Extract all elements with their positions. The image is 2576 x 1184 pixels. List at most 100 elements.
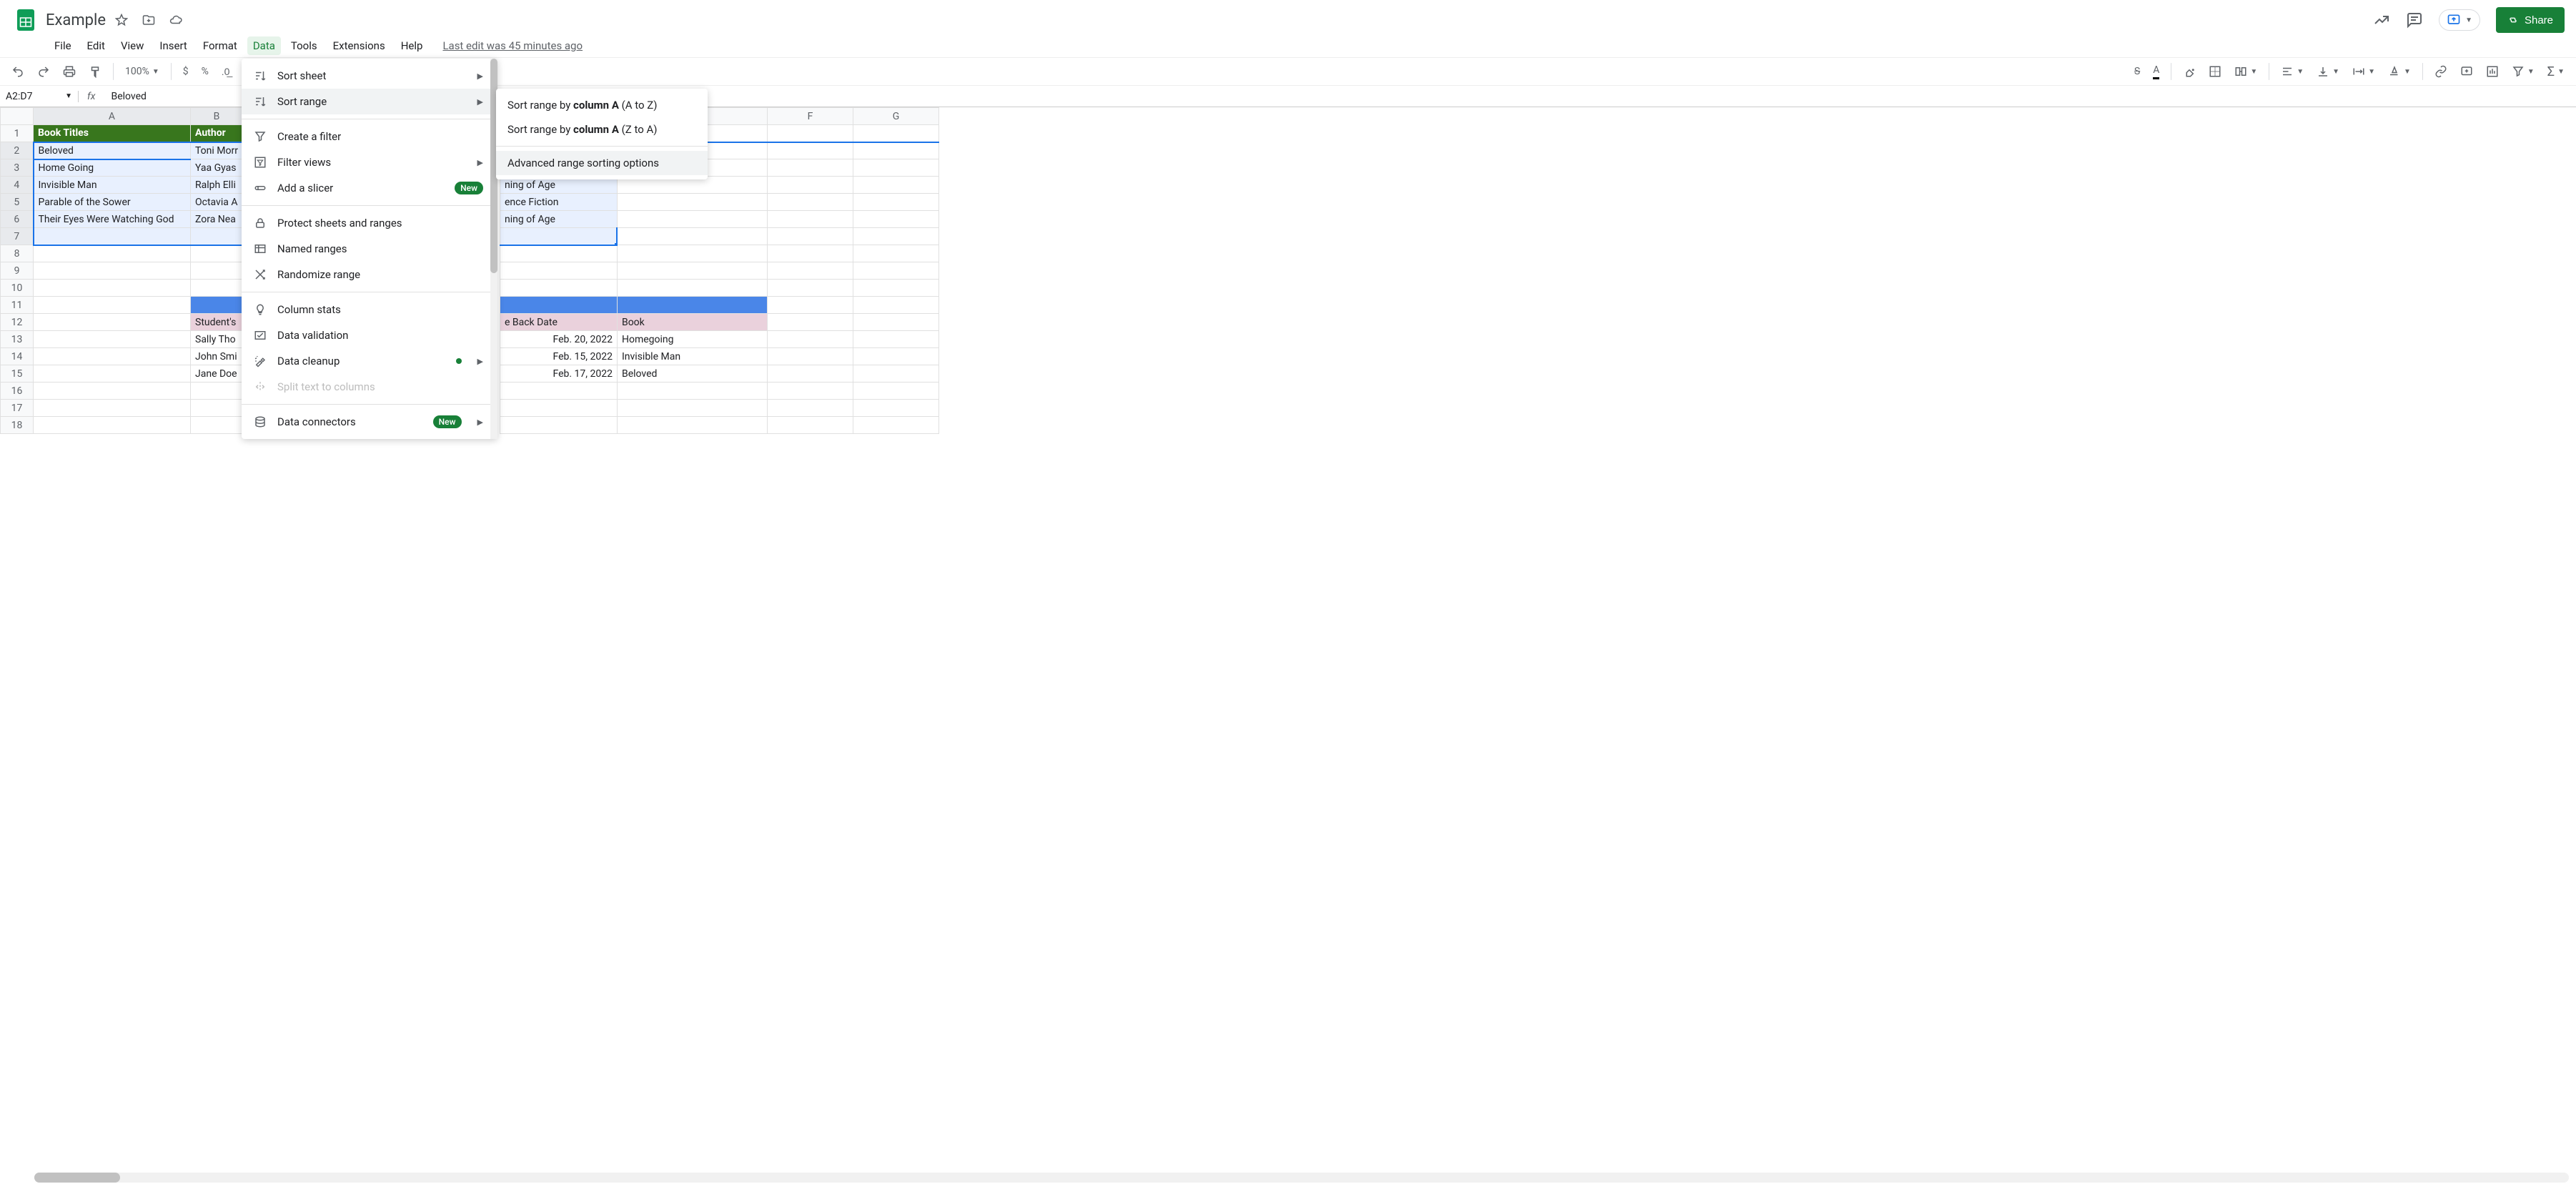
row-header[interactable]: 13 <box>1 331 34 348</box>
row-header[interactable]: 16 <box>1 383 34 400</box>
menu-protect[interactable]: Protect sheets and ranges <box>242 210 497 236</box>
cell[interactable]: Book Titles <box>34 125 191 142</box>
cell[interactable]: Feb. 15, 2022 <box>500 348 617 365</box>
cell[interactable]: Book <box>617 314 767 331</box>
menu-named-ranges[interactable]: Named ranges <box>242 236 497 262</box>
cell[interactable]: Toni Morr <box>191 142 243 159</box>
present-button[interactable]: ▼ <box>2439 9 2480 31</box>
format-percent[interactable]: % <box>197 63 213 80</box>
menu-data-validation[interactable]: Data validation <box>242 322 497 348</box>
cell[interactable]: Their Eyes Were Watching God <box>34 211 191 228</box>
menu-data-cleanup[interactable]: Data cleanup▶ <box>242 348 497 374</box>
row-header[interactable]: 11 <box>1 297 34 314</box>
menu-randomize[interactable]: Randomize range <box>242 262 497 287</box>
menu-edit[interactable]: Edit <box>81 36 111 55</box>
submenu-advanced-sort[interactable]: Advanced range sorting options <box>496 151 708 175</box>
text-rotation-button[interactable]: ▼ <box>2384 62 2415 81</box>
doc-title[interactable]: Example <box>46 11 114 29</box>
menu-add-slicer[interactable]: Add a slicerNew <box>242 175 497 201</box>
row-header[interactable]: 6 <box>1 211 34 228</box>
cell[interactable]: John Smi <box>191 348 243 365</box>
row-header[interactable]: 4 <box>1 177 34 194</box>
zoom-select[interactable]: 100%▼ <box>121 63 164 80</box>
menu-sort-sheet[interactable]: Sort sheet▶ <box>242 63 497 89</box>
fill-color-button[interactable] <box>2179 62 2200 81</box>
row-header[interactable]: 15 <box>1 365 34 383</box>
row-header[interactable]: 3 <box>1 159 34 177</box>
formula-input[interactable]: Beloved <box>104 91 146 102</box>
row-header[interactable]: 8 <box>1 245 34 262</box>
filter-button[interactable]: ▼ <box>2507 62 2539 81</box>
col-header-b[interactable]: B <box>191 108 243 125</box>
cell[interactable]: Home Going <box>34 159 191 177</box>
col-header-f[interactable]: F <box>767 108 853 125</box>
strikethrough-button[interactable]: S <box>2130 63 2144 80</box>
sheets-logo[interactable] <box>11 6 40 34</box>
undo-button[interactable] <box>7 62 29 81</box>
redo-button[interactable] <box>33 62 54 81</box>
menu-filter-views[interactable]: Filter views▶ <box>242 149 497 175</box>
insert-chart-button[interactable] <box>2482 62 2503 81</box>
menu-column-stats[interactable]: Column stats <box>242 297 497 322</box>
format-currency[interactable]: $ <box>179 63 193 80</box>
decrease-decimal[interactable]: .0̲ <box>217 63 234 81</box>
name-box[interactable]: A2:D7 ▼ <box>0 91 79 102</box>
last-edit-link[interactable]: Last edit was 45 minutes ago <box>442 39 583 52</box>
submenu-sort-az[interactable]: Sort range by column A (A to Z) <box>496 93 708 117</box>
row-header[interactable]: 17 <box>1 400 34 417</box>
cell[interactable]: ence Fiction <box>500 194 617 211</box>
cell[interactable]: Author <box>191 125 243 142</box>
cell[interactable]: Student's <box>191 314 243 331</box>
cell[interactable]: Feb. 20, 2022 <box>500 331 617 348</box>
menu-insert[interactable]: Insert <box>154 36 192 55</box>
row-header[interactable]: 2 <box>1 142 34 159</box>
cell[interactable]: e Back Date <box>500 314 617 331</box>
cell[interactable]: Invisible Man <box>617 348 767 365</box>
merge-cells-button[interactable]: ▼ <box>2230 62 2262 81</box>
borders-button[interactable] <box>2204 62 2226 81</box>
cell[interactable]: Octavia A <box>191 194 243 211</box>
menu-tools[interactable]: Tools <box>285 36 323 55</box>
menu-data[interactable]: Data <box>247 36 281 55</box>
row-header[interactable]: 14 <box>1 348 34 365</box>
functions-button[interactable]: Σ▼ <box>2543 61 2569 82</box>
cell[interactable]: Ralph Elli <box>191 177 243 194</box>
row-header[interactable]: 7 <box>1 228 34 245</box>
cell[interactable]: Jane Doe <box>191 365 243 383</box>
text-color-button[interactable]: A <box>2149 61 2164 82</box>
insert-comment-button[interactable] <box>2456 62 2477 81</box>
version-history-icon[interactable] <box>2373 11 2390 29</box>
cell[interactable]: Beloved <box>617 365 767 383</box>
menu-data-connectors[interactable]: Data connectorsNew▶ <box>242 409 497 435</box>
col-header-a[interactable]: A <box>34 108 191 125</box>
menu-extensions[interactable]: Extensions <box>327 36 391 55</box>
horizontal-scrollbar[interactable] <box>34 1173 2569 1183</box>
comments-icon[interactable] <box>2406 11 2423 29</box>
text-wrap-button[interactable]: ▼ <box>2348 62 2379 81</box>
menu-view[interactable]: View <box>115 36 149 55</box>
star-icon[interactable] <box>114 13 129 27</box>
cell[interactable]: Invisible Man <box>34 177 191 194</box>
row-header[interactable]: 5 <box>1 194 34 211</box>
cell[interactable]: Sally Tho <box>191 331 243 348</box>
cell[interactable]: Yaa Gyas <box>191 159 243 177</box>
row-header[interactable]: 12 <box>1 314 34 331</box>
row-header[interactable]: 10 <box>1 280 34 297</box>
menu-format[interactable]: Format <box>197 36 243 55</box>
print-button[interactable] <box>59 62 80 81</box>
select-all-corner[interactable] <box>1 108 34 125</box>
vertical-align-button[interactable]: ▼ <box>2312 62 2344 81</box>
cell[interactable]: Beloved <box>34 142 191 159</box>
cell[interactable]: ning of Age <box>500 211 617 228</box>
menu-file[interactable]: File <box>49 36 77 55</box>
cell[interactable]: Homegoing <box>617 331 767 348</box>
move-icon[interactable] <box>142 13 156 27</box>
cell[interactable]: Feb. 17, 2022 <box>500 365 617 383</box>
menu-create-filter[interactable]: Create a filter <box>242 124 497 149</box>
cell[interactable]: Zora Nea <box>191 211 243 228</box>
insert-link-button[interactable] <box>2430 62 2452 81</box>
cloud-status-icon[interactable] <box>169 13 183 27</box>
row-header[interactable]: 1 <box>1 125 34 142</box>
row-header[interactable]: 9 <box>1 262 34 280</box>
share-button[interactable]: Share <box>2496 7 2565 33</box>
